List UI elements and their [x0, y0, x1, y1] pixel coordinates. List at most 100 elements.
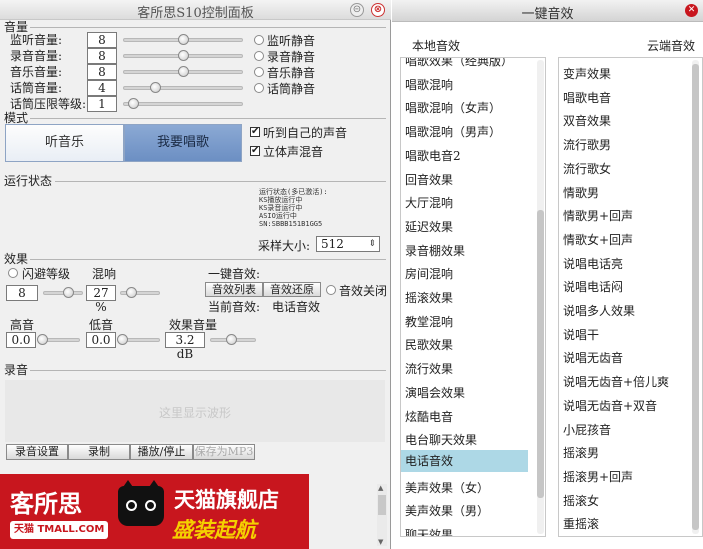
- dropdown-arrow-icon: ⇕: [368, 239, 376, 249]
- cloud-effect-item[interactable]: 流行歌男: [563, 136, 611, 153]
- cloud-effect-item[interactable]: 摇滚男+回声: [563, 468, 633, 485]
- slider-thumb[interactable]: [128, 98, 139, 109]
- slider-thumb[interactable]: [150, 82, 161, 93]
- flash-level-field[interactable]: 8: [6, 285, 38, 301]
- close-icon[interactable]: ⊗: [371, 3, 385, 17]
- treble-field[interactable]: 0.0: [6, 332, 36, 348]
- reverb-field[interactable]: 27 %: [86, 285, 116, 314]
- cloud-effect-item[interactable]: 重摇滚: [563, 515, 599, 532]
- mic-volume-slider[interactable]: [123, 86, 243, 90]
- slider-thumb[interactable]: [178, 50, 189, 61]
- waveform-area: 这里显示波形: [5, 380, 385, 442]
- monitor-volume-field[interactable]: 8: [87, 32, 117, 48]
- local-effect-item[interactable]: 电台聊天效果: [405, 431, 477, 448]
- local-effect-item[interactable]: 唱歌效果（经典版）: [405, 58, 513, 69]
- cloud-effect-item[interactable]: 说唱电话亮: [563, 255, 623, 272]
- status-line: 运行状态(多已激活):: [259, 188, 328, 196]
- slider-thumb[interactable]: [226, 334, 237, 345]
- music-mute-radio[interactable]: [254, 67, 264, 77]
- scroll-down-icon[interactable]: ▼: [378, 538, 383, 546]
- slider-thumb[interactable]: [126, 287, 137, 298]
- bass-field[interactable]: 0.0: [86, 332, 116, 348]
- cloud-effect-item[interactable]: 双音效果: [563, 112, 611, 129]
- local-effect-item[interactable]: 唱歌电音2: [405, 147, 461, 164]
- monitor-mute-radio[interactable]: [254, 35, 264, 45]
- slider-thumb[interactable]: [178, 66, 189, 77]
- local-effect-item[interactable]: 流行效果: [405, 360, 453, 377]
- slider-thumb[interactable]: [117, 334, 128, 345]
- flash-radio[interactable]: [8, 268, 18, 278]
- scroll-up-icon[interactable]: ▲: [378, 484, 383, 492]
- local-list-scrollbar[interactable]: [537, 60, 544, 534]
- slider-thumb[interactable]: [63, 287, 74, 298]
- local-effect-item[interactable]: 延迟效果: [405, 218, 453, 235]
- cloud-effect-item[interactable]: 摇滚女: [563, 492, 599, 509]
- local-effect-item[interactable]: 炫酷电音: [405, 408, 453, 425]
- local-effect-item[interactable]: 房间混响: [405, 265, 453, 282]
- local-effect-item[interactable]: 唱歌混响（男声）: [405, 123, 501, 140]
- mic-limit-volume-slider[interactable]: [123, 102, 243, 106]
- sing-mode-button[interactable]: 我要唱歌: [124, 124, 242, 162]
- cloud-effect-item[interactable]: 小屁孩音: [563, 421, 611, 438]
- local-effect-item[interactable]: 录音棚效果: [405, 242, 465, 259]
- effect-restore-button[interactable]: 音效还原: [263, 282, 321, 297]
- record-mute-radio[interactable]: [254, 51, 264, 61]
- tmall-banner[interactable]: 客所思 天猫旗舰店 盛装起航 天猫 TMALL.COM: [0, 474, 309, 549]
- divider: [55, 181, 386, 182]
- scroll-thumb[interactable]: [537, 210, 544, 498]
- cloud-effect-item[interactable]: 说唱无齿音+倍儿爽: [563, 373, 669, 390]
- mic-limit-volume-field[interactable]: 1: [87, 96, 117, 112]
- local-effect-item[interactable]: 回音效果: [405, 171, 453, 188]
- hear-self-checkbox[interactable]: ✔: [250, 127, 260, 137]
- cloud-effect-item[interactable]: 说唱无齿音+双音: [563, 397, 657, 414]
- effect-off-radio[interactable]: [326, 285, 336, 295]
- local-effect-item[interactable]: 唱歌混响: [405, 76, 453, 93]
- cloud-effect-item[interactable]: 说唱无齿音: [563, 349, 623, 366]
- local-effects-list[interactable]: 唱歌效果（经典版） 唱歌混响唱歌混响（女声） 唱歌混响（男声） 唱歌电音2 回音效果大厅…: [400, 57, 546, 537]
- local-effect-item[interactable]: 美声效果（男）: [405, 502, 489, 519]
- mic-mute-radio[interactable]: [254, 83, 264, 93]
- minimize-icon[interactable]: ⊝: [350, 3, 364, 17]
- fx-volume-label: 效果音量: [169, 318, 218, 332]
- sample-size-select[interactable]: 512 ⇕: [316, 236, 380, 252]
- cloud-effect-item[interactable]: 摇滚男: [563, 444, 599, 461]
- slider-thumb[interactable]: [178, 34, 189, 45]
- fx-volume-field[interactable]: 3.2 dB: [165, 332, 205, 361]
- cloud-list-scrollbar[interactable]: [692, 60, 699, 534]
- cloud-effect-item[interactable]: 情歌女+回声: [563, 231, 633, 248]
- banner-scrollbar[interactable]: ▲ ▼: [377, 484, 387, 546]
- local-effect-item[interactable]: 电话音效: [401, 449, 528, 472]
- cloud-effect-item[interactable]: 流行歌女: [563, 160, 611, 177]
- local-effect-item[interactable]: 聊天效果: [405, 526, 453, 536]
- record-volume-field[interactable]: 8: [87, 48, 117, 64]
- slider-thumb[interactable]: [37, 334, 48, 345]
- save-mp3-button[interactable]: 保存为MP3: [193, 444, 255, 460]
- cloud-effect-item[interactable]: 唱歌电音: [563, 89, 611, 106]
- cloud-effect-item[interactable]: 说唱电话闷: [563, 278, 623, 295]
- record-settings-button[interactable]: 录音设置: [6, 444, 68, 460]
- play-stop-button[interactable]: 播放/停止: [130, 444, 193, 460]
- scroll-thumb[interactable]: [692, 64, 699, 530]
- scroll-thumb[interactable]: [378, 495, 386, 515]
- effect-list-button[interactable]: 音效列表: [205, 282, 263, 297]
- local-effect-item[interactable]: 唱歌混响（女声）: [405, 99, 501, 116]
- music-volume-field[interactable]: 8: [87, 64, 117, 80]
- stereo-mix-checkbox[interactable]: ✔: [250, 146, 260, 156]
- local-effect-item[interactable]: 演唱会效果: [405, 384, 465, 401]
- local-effect-item[interactable]: 教堂混响: [405, 313, 453, 330]
- local-effect-item[interactable]: 大厅混响: [405, 194, 453, 211]
- cloud-effect-item[interactable]: 说唱干: [563, 326, 599, 343]
- cloud-effects-list[interactable]: 变声效果唱歌电音双音效果流行歌男流行歌女情歌男情歌男+回声 情歌女+回声 说唱电话亮…: [558, 57, 703, 537]
- cloud-effect-item[interactable]: 说唱多人效果: [563, 302, 635, 319]
- status-section-title: 运行状态: [4, 174, 53, 188]
- close-icon[interactable]: ✕: [685, 4, 698, 17]
- cloud-effect-item[interactable]: 情歌男: [563, 184, 599, 201]
- cloud-effect-item[interactable]: 情歌男+回声: [563, 207, 633, 224]
- local-effect-item[interactable]: 民歌效果: [405, 336, 453, 353]
- local-effect-item[interactable]: 摇滚效果: [405, 289, 453, 306]
- record-button[interactable]: 录制: [68, 444, 130, 460]
- listen-music-button[interactable]: 听音乐: [5, 124, 124, 162]
- cloud-effect-item[interactable]: 变声效果: [563, 65, 611, 82]
- local-effect-item[interactable]: 美声效果（女）: [405, 479, 489, 496]
- mic-volume-field[interactable]: 4: [87, 80, 117, 96]
